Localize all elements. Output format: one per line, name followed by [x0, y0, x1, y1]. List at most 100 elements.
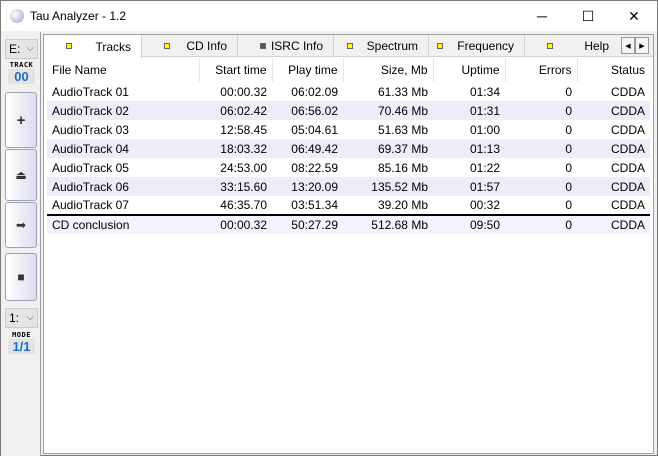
table-cell: 06:02.09: [291, 84, 338, 99]
table-cell: CDDA: [577, 214, 650, 234]
table-cell: 0: [505, 177, 577, 196]
table-cell: 0: [565, 84, 572, 99]
column-header[interactable]: Status: [577, 58, 650, 82]
table-cell: AudioTrack 01: [52, 84, 129, 99]
table-row[interactable]: AudioTrack 07 46:35.70 03:51.34 39.20 Mb 00:…: [47, 196, 650, 215]
mode-select[interactable]: 1: ⌵: [5, 308, 38, 328]
table-cell: 06:56.02: [272, 101, 343, 120]
mode-value: 1/1: [8, 339, 35, 354]
tab-isrc-info[interactable]: ISRC Info: [238, 35, 334, 57]
table-cell: 08:22.59: [291, 160, 338, 175]
arrow-right-icon: ➡: [15, 218, 27, 232]
title-bar: Tau Analyzer - 1.2 ─ ☐ ✕: [1, 1, 657, 31]
table-cell: CDDA: [610, 160, 645, 175]
column-header[interactable]: Play time: [272, 58, 344, 82]
column-header[interactable]: Uptime: [433, 58, 506, 82]
table-cell: 50:27.29: [272, 214, 343, 234]
tab-scroll-left-button[interactable]: ◀: [621, 37, 635, 54]
tab-tracks[interactable]: Tracks: [44, 35, 142, 58]
tab-cd-info[interactable]: CD Info: [142, 35, 238, 57]
column-header[interactable]: File Name: [47, 58, 200, 82]
table-cell: CDDA: [610, 198, 645, 212]
table-row[interactable]: AudioTrack 04 18:03.32 06:49.42 69.37 Mb 01:…: [47, 139, 650, 158]
table-cell: 06:49.42: [272, 139, 343, 158]
tab-indicator-icon: [66, 43, 72, 49]
tab-indicator-icon: [347, 43, 353, 49]
add-button[interactable]: +: [5, 92, 37, 148]
table-cell: 05:04.61: [291, 122, 338, 137]
next-button[interactable]: ➡: [5, 202, 37, 248]
tab-label: Help: [584, 39, 609, 53]
table-row[interactable]: AudioTrack 05 24:53.00 08:22.59 85.16 Mb 01:…: [47, 158, 650, 177]
table-cell: 09:50: [433, 214, 505, 234]
table-cell: 0: [565, 198, 572, 212]
close-button[interactable]: ✕: [611, 1, 657, 31]
maximize-button[interactable]: ☐: [565, 1, 611, 31]
stop-button[interactable]: ■: [5, 253, 37, 301]
table-cell: 24:53.00: [220, 160, 267, 175]
table-cell: 0: [505, 214, 577, 234]
table-cell: 46:35.70: [220, 198, 267, 212]
tab-label: ISRC Info: [270, 39, 323, 53]
table-cell: 03:51.34: [291, 198, 338, 212]
table-cell: AudioTrack 06: [47, 177, 199, 196]
table-cell: 01:22: [469, 160, 500, 175]
table-cell: 69.37 Mb: [343, 139, 433, 158]
tab-spectrum[interactable]: Spectrum: [334, 35, 429, 57]
table-cell: 85.16 Mb: [377, 160, 428, 175]
drive-select[interactable]: E: ⌵: [5, 39, 38, 59]
tab-label: Tracks: [95, 39, 131, 54]
table-cell: AudioTrack 07: [52, 198, 129, 212]
eject-button[interactable]: ⏏: [5, 149, 37, 201]
table-row[interactable]: AudioTrack 06 33:15.60 13:20.09 135.52 Mb 01…: [47, 177, 650, 196]
eject-icon: ⏏: [15, 168, 27, 182]
app-icon: [10, 9, 24, 23]
table-cell: 0: [505, 101, 577, 120]
table-cell: 512.68 Mb: [343, 214, 433, 234]
table-cell: 135.52 Mb: [343, 177, 433, 196]
table-cell: 51.63 Mb: [377, 122, 428, 137]
tab-help[interactable]: Help: [525, 35, 625, 57]
table-cell: CDDA: [577, 177, 650, 196]
track-value: 00: [8, 69, 35, 84]
column-header[interactable]: Size, Mb: [343, 58, 434, 82]
table-cell: 01:57: [433, 177, 505, 196]
table-cell: CDDA: [577, 139, 650, 158]
table-cell: 00:00.32: [220, 84, 267, 99]
table-cell: 01:00: [469, 122, 500, 137]
drive-value: E:: [9, 42, 21, 56]
chevron-down-icon: ⌵: [26, 312, 34, 323]
table-cell: 01:34: [469, 84, 500, 99]
column-header[interactable]: Errors: [505, 58, 578, 82]
table-cell: 00:32: [469, 198, 500, 212]
table-cell: 18:03.32: [199, 139, 272, 158]
stop-icon: ■: [17, 270, 25, 284]
table-cell: 00:00.32: [199, 214, 272, 234]
minimize-button[interactable]: ─: [519, 1, 565, 31]
window-title: Tau Analyzer - 1.2: [30, 9, 127, 23]
table-cell: 61.33 Mb: [377, 84, 428, 99]
column-header[interactable]: Start time: [199, 58, 273, 82]
chevron-down-icon: ⌵: [26, 43, 34, 54]
table-row[interactable]: AudioTrack 02 06:02.42 06:56.02 70.46 Mb 01:…: [47, 101, 650, 120]
table-cell: 0: [565, 160, 572, 175]
table-cell: 01:13: [433, 139, 505, 158]
conclusion-row[interactable]: CD conclusion 00:00.32 50:27.29 512.68 Mb 09…: [47, 214, 650, 234]
table-cell: 33:15.60: [199, 177, 272, 196]
table-row[interactable]: AudioTrack 03 12:58.45 05:04.61 51.63 Mb 01:…: [47, 120, 650, 139]
tab-bar: Tracks CD Info ISRC Info Spectrum Freque…: [44, 35, 653, 58]
table-cell: CDDA: [610, 84, 645, 99]
table-cell: AudioTrack 02: [47, 101, 199, 120]
left-panel: E: ⌵ TRACK 00 + ⏏ ➡ ■ 1: ⌵ MODE 1/1: [1, 32, 41, 456]
table-cell: 06:02.42: [199, 101, 272, 120]
plus-icon: +: [16, 111, 26, 129]
tab-indicator-icon: [547, 43, 553, 49]
table-cell: CD conclusion: [47, 214, 199, 234]
mode-label: MODE: [12, 331, 31, 339]
tab-frequency[interactable]: Frequency: [429, 35, 525, 57]
tab-scroll-right-button[interactable]: ▶: [635, 37, 649, 54]
table-cell: 0: [565, 122, 572, 137]
table-cell: 13:20.09: [272, 177, 343, 196]
table-cell: CDDA: [577, 101, 650, 120]
table-row[interactable]: AudioTrack 01 00:00.32 06:02.09 61.33 Mb 01:…: [47, 82, 650, 101]
